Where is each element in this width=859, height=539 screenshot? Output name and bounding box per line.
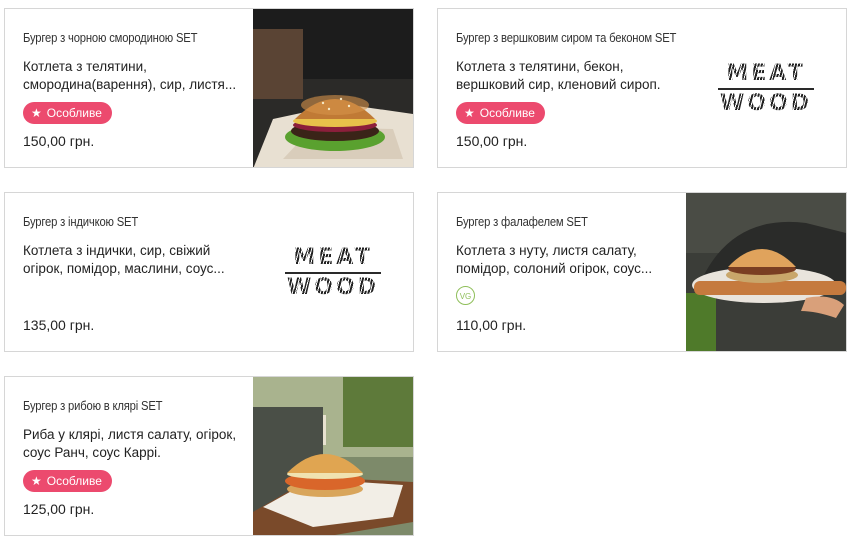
product-title: Бургер з чорною смородиною SET xyxy=(23,31,198,45)
badge-label: Особливе xyxy=(479,106,535,120)
product-description: Котлета з телятини, бекон, вершковий сир… xyxy=(456,59,661,92)
badge-label: Особливе xyxy=(46,106,102,120)
star-icon: ★ xyxy=(31,106,42,120)
product-title: Бургер з вершковим сиром та беконом SET xyxy=(456,31,677,45)
product-price: 150,00 грн. xyxy=(23,133,95,149)
product-title: Бургер з фалафелем SET xyxy=(456,215,588,229)
special-badge[interactable]: ★ Особливе xyxy=(23,470,112,492)
product-card[interactable]: Бургер з фалафелем SET Котлета з нуту, л… xyxy=(437,192,847,352)
meatwood-logo: MEAT WOOD xyxy=(253,193,413,351)
product-description: Котлета з нуту, листя салату, помідор, с… xyxy=(456,243,653,276)
meatwood-logo: MEAT WOOD xyxy=(686,9,846,167)
product-title: Бургер з рибою в клярі SET xyxy=(23,399,163,413)
product-title: Бургер з індичкою SET xyxy=(23,215,139,229)
fish-burger-photo[interactable] xyxy=(253,377,413,535)
burger-photo[interactable] xyxy=(253,9,413,167)
star-icon: ★ xyxy=(464,106,475,120)
product-price: 110,00 грн. xyxy=(456,317,527,333)
product-price: 150,00 грн. xyxy=(456,133,528,149)
product-price: 135,00 грн. xyxy=(23,317,95,333)
vegan-icon: VG xyxy=(456,286,475,305)
product-description: Котлета з індички, сир, свіжий огірок, п… xyxy=(23,243,225,276)
star-icon: ★ xyxy=(31,474,42,488)
product-description: Котлета з телятини, смородина(варення), … xyxy=(23,59,237,92)
special-badge[interactable]: ★ Особливе xyxy=(23,102,112,124)
product-card[interactable]: Бургер з рибою в клярі SET Риба у клярі,… xyxy=(4,376,414,536)
badge-label: Особливе xyxy=(46,474,102,488)
product-description: Риба у клярі, листя салату, огірок, соус… xyxy=(23,427,237,460)
product-card[interactable]: Бургер з чорною смородиною SET Котлета з… xyxy=(4,8,414,168)
product-card[interactable]: Бургер з вершковим сиром та беконом SET … xyxy=(437,8,847,168)
product-card[interactable]: Бургер з індичкою SET Котлета з індички,… xyxy=(4,192,414,352)
burger-in-hands-photo[interactable] xyxy=(686,193,846,351)
product-price: 125,00 грн. xyxy=(23,501,95,517)
special-badge[interactable]: ★ Особливе xyxy=(456,102,545,124)
